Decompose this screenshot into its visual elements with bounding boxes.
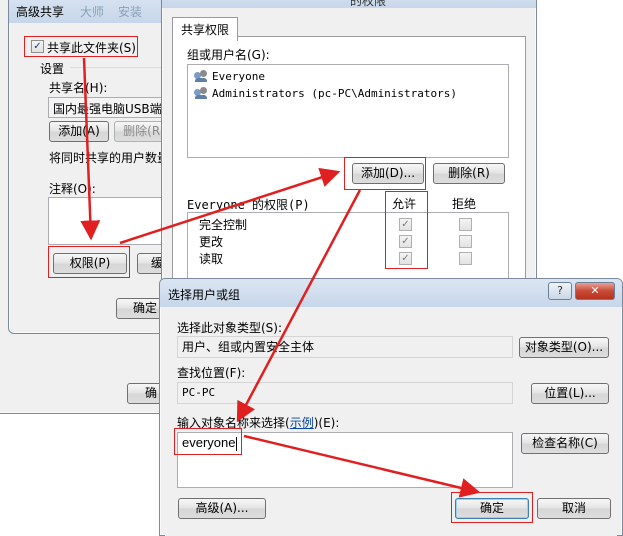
settings-group-line [70, 67, 174, 68]
advanced-sharing-title-tab3: 安装 [118, 5, 143, 19]
perm-row-change: 更改 [199, 235, 224, 249]
object-types-button[interactable]: 对象类型(O)... [519, 337, 609, 358]
perm-row-read: 读取 [199, 252, 224, 266]
permissions-titlebar [162, 0, 536, 8]
perm-change-deny-checkbox[interactable] [459, 235, 472, 248]
select-users-title: 选择用户或组 [168, 288, 241, 302]
advanced-sharing-body [14, 28, 174, 328]
advanced-sharing-title: 高级共享 [16, 5, 65, 19]
tab-share-permissions[interactable]: 共享权限 [172, 17, 239, 41]
comment-label: 注释(O): [49, 182, 96, 196]
deny-column-header: 拒绝 [452, 197, 477, 211]
user-row-administrators[interactable]: Administrators (pc-PC\Administrators) [194, 85, 457, 101]
perm-full-control-deny-checkbox[interactable] [459, 218, 472, 231]
annotation-box-allow-column [385, 191, 428, 269]
annotation-box-permissions-button [48, 246, 130, 278]
group-users-label: 组或用户名(G): [187, 48, 270, 62]
perm-read-deny-checkbox[interactable] [459, 252, 472, 265]
share-name-field[interactable]: 国内最强电脑USB端口 [48, 97, 178, 118]
advanced-sharing-title-tab2: 大师 [80, 5, 105, 19]
annotation-box-everyone-input [174, 428, 242, 455]
perm-remove-button[interactable]: 删除(R) [433, 163, 505, 184]
close-icon: ✕ [590, 284, 600, 297]
help-button[interactable]: ? [548, 282, 572, 300]
comment-field[interactable] [48, 197, 178, 245]
object-type-label: 选择此对象类型(S): [177, 321, 283, 335]
annotation-box-add-button [344, 157, 426, 190]
locations-button[interactable]: 位置(L)... [531, 383, 609, 404]
share-name-label: 共享名(H): [49, 81, 108, 95]
users-icon [194, 70, 208, 82]
user-row-everyone[interactable]: Everyone [194, 68, 265, 84]
location-field: PC-PC [177, 382, 513, 404]
user-name: Everyone [212, 69, 265, 83]
check-names-button[interactable]: 检查名称(C) [521, 433, 609, 454]
concurrent-users-label: 将同时共享的用户数量 [49, 151, 170, 165]
share-add-button[interactable]: 添加(A) [49, 121, 109, 142]
settings-group-label: 设置 [40, 62, 65, 76]
location-label: 查找位置(F): [177, 366, 246, 380]
examples-link[interactable]: 示例 [290, 416, 314, 430]
users-listbox[interactable]: Everyone Administrators (pc-PC\Administr… [187, 64, 509, 158]
annotation-box-share-checkbox [24, 36, 138, 57]
user-name: Administrators (pc-PC\Administrators) [212, 86, 458, 100]
users-icon [194, 87, 208, 99]
advanced-button[interactable]: 高级(A)... [178, 498, 266, 519]
perm-row-full-control: 完全控制 [199, 218, 248, 232]
permissions-for-label: Everyone 的权限(P) [187, 198, 310, 212]
annotation-box-ok-button [451, 492, 533, 523]
close-button[interactable]: ✕ [575, 282, 615, 300]
object-type-field: 用户、组或内置安全主体 [177, 336, 513, 358]
help-icon: ? [557, 284, 563, 297]
cancel-button[interactable]: 取消 [537, 498, 611, 519]
